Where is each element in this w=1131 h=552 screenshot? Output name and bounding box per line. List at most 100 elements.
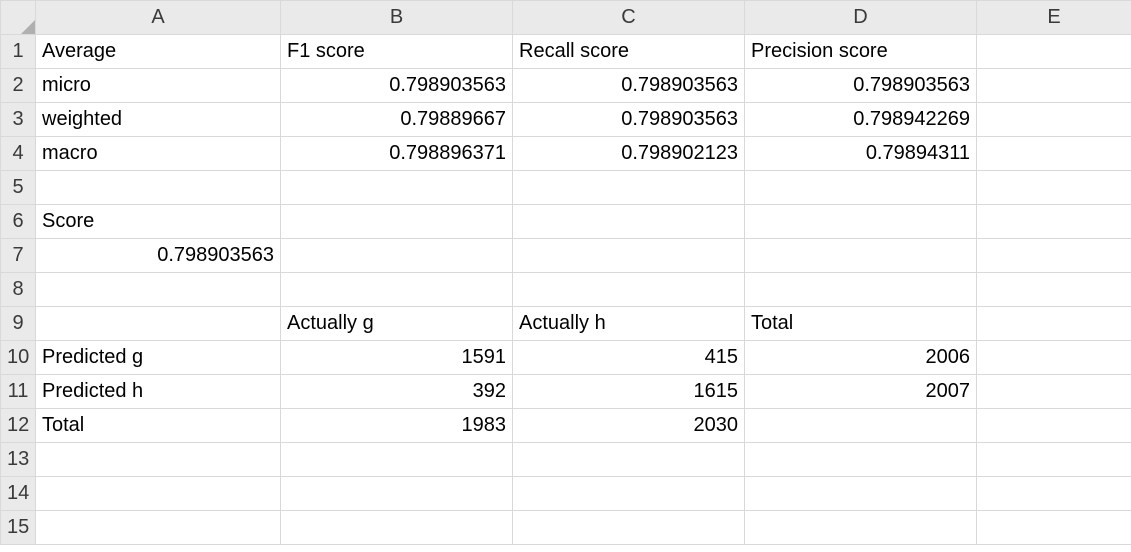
cell-E7[interactable] bbox=[977, 239, 1131, 273]
cell-D12[interactable] bbox=[745, 409, 977, 443]
cell-C11[interactable]: 1615 bbox=[513, 375, 745, 409]
cell-C1[interactable]: Recall score bbox=[513, 35, 745, 69]
cell-C13[interactable] bbox=[513, 443, 745, 477]
row-header-7[interactable]: 7 bbox=[1, 239, 36, 273]
cell-D9[interactable]: Total bbox=[745, 307, 977, 341]
cell-E13[interactable] bbox=[977, 443, 1131, 477]
row-header-2[interactable]: 2 bbox=[1, 69, 36, 103]
row-header-15[interactable]: 15 bbox=[1, 511, 36, 545]
cell-D11[interactable]: 2007 bbox=[745, 375, 977, 409]
grid-body: 1 Average F1 score Recall score Precisio… bbox=[1, 35, 1131, 545]
row-header-4[interactable]: 4 bbox=[1, 137, 36, 171]
cell-C5[interactable] bbox=[513, 171, 745, 205]
cell-E4[interactable] bbox=[977, 137, 1131, 171]
row-header-5[interactable]: 5 bbox=[1, 171, 36, 205]
cell-B9[interactable]: Actually g bbox=[281, 307, 513, 341]
cell-B10[interactable]: 1591 bbox=[281, 341, 513, 375]
cell-D1[interactable]: Precision score bbox=[745, 35, 977, 69]
cell-E1[interactable] bbox=[977, 35, 1131, 69]
cell-A14[interactable] bbox=[36, 477, 281, 511]
cell-E15[interactable] bbox=[977, 511, 1131, 545]
cell-E9[interactable] bbox=[977, 307, 1131, 341]
cell-C6[interactable] bbox=[513, 205, 745, 239]
cell-E6[interactable] bbox=[977, 205, 1131, 239]
cell-D10[interactable]: 2006 bbox=[745, 341, 977, 375]
row-header-13[interactable]: 13 bbox=[1, 443, 36, 477]
cell-C14[interactable] bbox=[513, 477, 745, 511]
cell-B3[interactable]: 0.79889667 bbox=[281, 103, 513, 137]
cell-A6[interactable]: Score bbox=[36, 205, 281, 239]
cell-A5[interactable] bbox=[36, 171, 281, 205]
cell-C15[interactable] bbox=[513, 511, 745, 545]
cell-E10[interactable] bbox=[977, 341, 1131, 375]
row-header-14[interactable]: 14 bbox=[1, 477, 36, 511]
row-1: 1 Average F1 score Recall score Precisio… bbox=[1, 35, 1131, 69]
cell-B12[interactable]: 1983 bbox=[281, 409, 513, 443]
select-all-corner[interactable] bbox=[1, 1, 36, 35]
cell-A9[interactable] bbox=[36, 307, 281, 341]
cell-B7[interactable] bbox=[281, 239, 513, 273]
cell-A11[interactable]: Predicted h bbox=[36, 375, 281, 409]
cell-D4[interactable]: 0.79894311 bbox=[745, 137, 977, 171]
cell-D15[interactable] bbox=[745, 511, 977, 545]
row-header-1[interactable]: 1 bbox=[1, 35, 36, 69]
cell-E5[interactable] bbox=[977, 171, 1131, 205]
cell-C4[interactable]: 0.798902123 bbox=[513, 137, 745, 171]
row-11: 11 Predicted h 392 1615 2007 bbox=[1, 375, 1131, 409]
cell-E2[interactable] bbox=[977, 69, 1131, 103]
cell-A8[interactable] bbox=[36, 273, 281, 307]
spreadsheet-grid[interactable]: A B C D E 1 Average F1 score Recall scor… bbox=[0, 0, 1131, 545]
cell-B14[interactable] bbox=[281, 477, 513, 511]
col-header-C[interactable]: C bbox=[513, 1, 745, 35]
cell-D6[interactable] bbox=[745, 205, 977, 239]
cell-E14[interactable] bbox=[977, 477, 1131, 511]
cell-B5[interactable] bbox=[281, 171, 513, 205]
cell-E12[interactable] bbox=[977, 409, 1131, 443]
row-header-9[interactable]: 9 bbox=[1, 307, 36, 341]
col-header-A[interactable]: A bbox=[36, 1, 281, 35]
cell-A15[interactable] bbox=[36, 511, 281, 545]
cell-A1[interactable]: Average bbox=[36, 35, 281, 69]
cell-E8[interactable] bbox=[977, 273, 1131, 307]
cell-A4[interactable]: macro bbox=[36, 137, 281, 171]
row-header-6[interactable]: 6 bbox=[1, 205, 36, 239]
cell-B13[interactable] bbox=[281, 443, 513, 477]
cell-B1[interactable]: F1 score bbox=[281, 35, 513, 69]
cell-A10[interactable]: Predicted g bbox=[36, 341, 281, 375]
cell-D3[interactable]: 0.798942269 bbox=[745, 103, 977, 137]
row-header-12[interactable]: 12 bbox=[1, 409, 36, 443]
col-header-E[interactable]: E bbox=[977, 1, 1131, 35]
cell-A12[interactable]: Total bbox=[36, 409, 281, 443]
cell-B4[interactable]: 0.798896371 bbox=[281, 137, 513, 171]
col-header-D[interactable]: D bbox=[745, 1, 977, 35]
cell-D14[interactable] bbox=[745, 477, 977, 511]
cell-C12[interactable]: 2030 bbox=[513, 409, 745, 443]
row-header-8[interactable]: 8 bbox=[1, 273, 36, 307]
row-header-10[interactable]: 10 bbox=[1, 341, 36, 375]
cell-B6[interactable] bbox=[281, 205, 513, 239]
cell-D5[interactable] bbox=[745, 171, 977, 205]
cell-D2[interactable]: 0.798903563 bbox=[745, 69, 977, 103]
cell-A3[interactable]: weighted bbox=[36, 103, 281, 137]
cell-B8[interactable] bbox=[281, 273, 513, 307]
cell-C7[interactable] bbox=[513, 239, 745, 273]
cell-C8[interactable] bbox=[513, 273, 745, 307]
row-header-3[interactable]: 3 bbox=[1, 103, 36, 137]
cell-A13[interactable] bbox=[36, 443, 281, 477]
col-header-B[interactable]: B bbox=[281, 1, 513, 35]
cell-A7[interactable]: 0.798903563 bbox=[36, 239, 281, 273]
cell-C10[interactable]: 415 bbox=[513, 341, 745, 375]
cell-A2[interactable]: micro bbox=[36, 69, 281, 103]
row-header-11[interactable]: 11 bbox=[1, 375, 36, 409]
cell-D13[interactable] bbox=[745, 443, 977, 477]
cell-E3[interactable] bbox=[977, 103, 1131, 137]
cell-E11[interactable] bbox=[977, 375, 1131, 409]
cell-D8[interactable] bbox=[745, 273, 977, 307]
cell-C3[interactable]: 0.798903563 bbox=[513, 103, 745, 137]
cell-B15[interactable] bbox=[281, 511, 513, 545]
cell-D7[interactable] bbox=[745, 239, 977, 273]
cell-C9[interactable]: Actually h bbox=[513, 307, 745, 341]
cell-C2[interactable]: 0.798903563 bbox=[513, 69, 745, 103]
cell-B2[interactable]: 0.798903563 bbox=[281, 69, 513, 103]
cell-B11[interactable]: 392 bbox=[281, 375, 513, 409]
